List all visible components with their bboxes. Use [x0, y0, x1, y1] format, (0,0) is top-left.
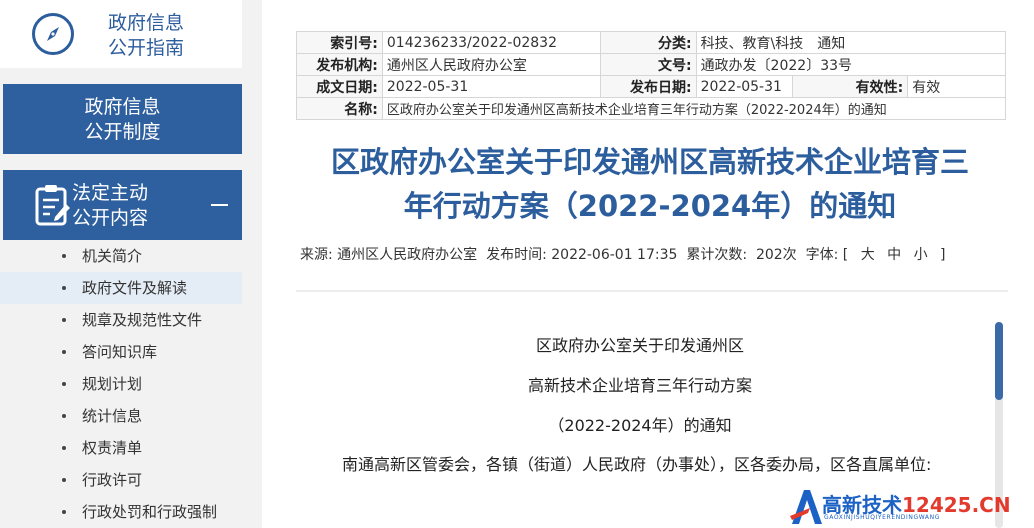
sidebar-system-title: 政府信息 公开制度	[3, 95, 242, 145]
scrollbar-thumb[interactable]	[995, 322, 1003, 400]
sidebar-system-link[interactable]: 政府信息 公开制度	[3, 84, 242, 154]
guide-title-line-1: 政府信息	[108, 12, 185, 34]
body-heading-line-3: （2022-2024年）的通知	[548, 416, 732, 435]
article-title-line-1: 区政府办公室关于印发通州区高新技术企业培育三	[330, 145, 969, 179]
watermark-logo-icon	[790, 490, 822, 524]
doc-no-value: 通政办发〔2022〕33号	[695, 53, 1007, 76]
sidebar-menu-item[interactable]: 机关简介	[0, 240, 242, 272]
created-date-value: 2022-05-31	[381, 75, 601, 98]
category-value: 科技、教育\科技 通知	[695, 31, 1007, 54]
watermark-subtext: GAOXINJISHUQIYERENDINGWANG	[824, 514, 940, 521]
source-label: 来源:	[300, 247, 333, 263]
sidebar-menu-item[interactable]: 行政处罚和行政强制	[0, 496, 242, 528]
name-label: 名称:	[296, 97, 383, 120]
index-label: 索引号:	[296, 31, 383, 54]
view-count-label: 累计次数:	[686, 247, 748, 263]
sidebar-menu-item[interactable]: 规章及规范性文件	[0, 304, 242, 336]
sidebar-menu-item[interactable]: 答问知识库	[0, 336, 242, 368]
validity-label: 有效性:	[791, 75, 909, 98]
main-content: 索引号: 014236233/2022-02832 分类: 科技、教育\科技 通…	[262, 0, 1034, 528]
system-title-line-2: 公开制度	[84, 121, 161, 143]
article-body: 区政府办公室关于印发通州区 高新技术企业培育三年行动方案 （2022-2024年…	[306, 326, 974, 482]
publish-time-label: 发布时间:	[486, 247, 547, 263]
sidebar-menu-item[interactable]: 统计信息	[0, 400, 242, 432]
source-value: 通州区人民政府办公室	[337, 247, 478, 263]
article-title-line-2: 年行动方案（2022-2024年）的通知	[403, 189, 897, 223]
category-label: 分类:	[599, 31, 697, 54]
sidebar-guide-title: 政府信息 公开指南	[108, 11, 184, 61]
document-meta-table: 索引号: 014236233/2022-02832 分类: 科技、教育\科技 通…	[296, 31, 1007, 120]
article-title: 区政府办公室关于印发通州区高新技术企业培育三 年行动方案（2022-2024年）…	[292, 140, 1008, 228]
content-title-line-1: 法定主动	[71, 182, 148, 204]
sidebar-menu: 机关简介 政府文件及解读 规章及规范性文件 答问知识库 规划计划 统计信息 权责清单 行政许可…	[0, 240, 242, 528]
body-heading-line-2: 高新技术企业培育三年行动方案	[527, 376, 752, 395]
font-large-button[interactable]: 大	[861, 247, 879, 263]
sidebar-menu-item[interactable]: 规划计划	[0, 368, 242, 400]
font-small-button[interactable]: 小	[914, 247, 932, 263]
body-paragraph: 南通高新区管委会，各镇（街道）人民政府（办事处），区各委办局，区各直属单位:	[342, 455, 932, 474]
guide-title-line-2: 公开指南	[108, 37, 185, 59]
article-info-bar: 来源: 通州区人民政府办公室 发布时间: 2022-06-01 17:35 累计…	[300, 244, 950, 264]
published-date-label: 发布日期:	[599, 75, 697, 98]
system-title-line-1: 政府信息	[84, 96, 161, 118]
name-value: 区政府办公室关于印发通州区高新技术企业培育三年行动方案（2022-2024年）的…	[381, 97, 1007, 120]
view-count-value: 202次	[755, 247, 797, 263]
sidebar-content-title: 法定主动 公开内容	[15, 181, 205, 231]
sidebar-guide-link[interactable]: 政府信息 公开指南	[0, 0, 242, 68]
sidebar-menu-item[interactable]: 行政许可	[0, 464, 242, 496]
watermark: 高新技术12425.CN GAOXINJISHUQIYERENDINGWANG	[788, 486, 1034, 528]
sidebar-content-section[interactable]: 法定主动 公开内容	[3, 170, 242, 240]
publisher-label: 发布机构:	[296, 53, 383, 76]
font-size-label: 字体:	[805, 247, 839, 263]
divider	[296, 290, 1008, 292]
sidebar: 政府信息 公开指南 政府信息 公开制度 法定主动 公开内容 机关简介 政府文件及解…	[0, 0, 262, 528]
publish-time-value: 2022-06-01 17:35	[551, 247, 678, 263]
publisher-value: 通州区人民政府办公室	[381, 53, 601, 76]
font-size-controls: [ 大 中 小 ]	[843, 247, 950, 263]
compass-icon	[32, 13, 74, 55]
sidebar-menu-item[interactable]: 政府文件及解读	[0, 272, 242, 304]
sidebar-menu-item[interactable]: 权责清单	[0, 432, 242, 464]
collapse-minus-icon[interactable]	[211, 204, 228, 206]
font-bracket-close: ]	[940, 247, 950, 263]
font-medium-button[interactable]: 中	[887, 247, 905, 263]
font-bracket-open: [	[842, 247, 853, 263]
validity-value: 有效	[907, 75, 1006, 98]
created-date-label: 成文日期:	[296, 75, 383, 98]
content-title-line-2: 公开内容	[71, 207, 148, 229]
index-value: 014236233/2022-02832	[381, 31, 601, 54]
body-heading-line-1: 区政府办公室关于印发通州区	[535, 336, 744, 355]
published-date-value: 2022-05-31	[695, 75, 793, 98]
doc-no-label: 文号:	[599, 53, 697, 76]
